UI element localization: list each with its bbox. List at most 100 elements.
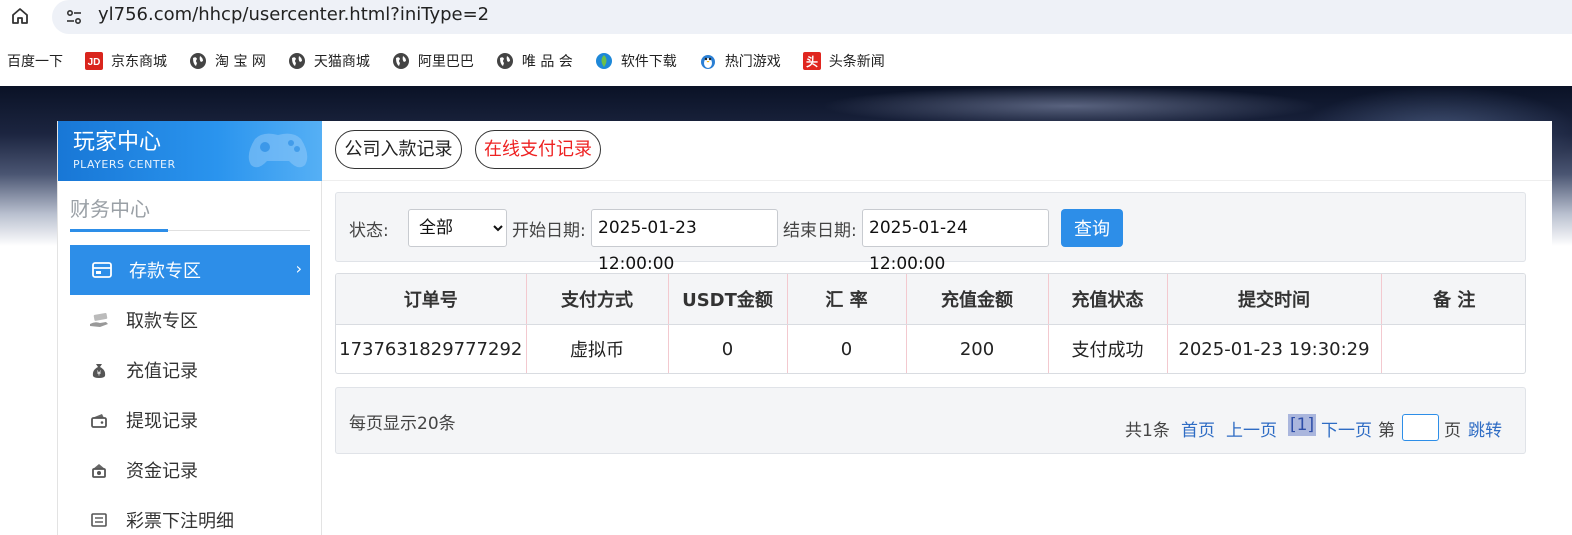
sidebar-item-withdraw-records[interactable]: 提现记录 (70, 395, 310, 445)
sidebar-item-lottery-bets[interactable]: 彩票下注明细 (70, 495, 310, 535)
end-date-label: 结束日期: (783, 221, 857, 241)
col-remark: 备 注 (1381, 274, 1525, 325)
bookmark-vip[interactable]: 唯 品 会 (496, 46, 573, 76)
cell-submit-time: 2025-01-23 19:30:29 (1167, 324, 1382, 373)
user-center: 玩家中心 PLAYERS CENTER 财务中心 存款专区 › 取款专区 ¥ 充… (57, 121, 1552, 535)
jd-icon: JD (85, 52, 103, 70)
query-button[interactable]: 查询 (1061, 209, 1123, 247)
bookmark-label: 唯 品 会 (521, 54, 573, 70)
home-icon[interactable] (8, 4, 32, 28)
col-order-no: 订单号 (336, 274, 527, 325)
page-prefix: 第 (1378, 421, 1395, 441)
bookmarks-bar: 百度一下 JD 京东商城 淘 宝 网 天猫商城 阿里巴巴 唯 品 会 软件下载 … (0, 46, 1572, 76)
cell-order-no: 1737631829777292 (336, 324, 527, 373)
goto-page-link[interactable]: 跳转 (1468, 416, 1502, 441)
svg-text:¥: ¥ (97, 370, 102, 378)
bookmark-label: 百度一下 (7, 54, 63, 70)
end-date-input[interactable]: 2025-01-24 12:00:00 (862, 209, 1049, 274)
sidebar-header: 玩家中心 PLAYERS CENTER (58, 121, 323, 181)
record-tabs: 公司入款记录 在线支付记录 (322, 121, 1552, 181)
col-usdt-amount: USDT金额 (668, 274, 788, 325)
col-exchange-rate: 汇 率 (787, 274, 907, 325)
sidebar-item-fund-records[interactable]: 资金记录 (70, 445, 310, 495)
globe-icon (189, 52, 207, 70)
card-icon (91, 259, 113, 281)
status-label: 状态: (349, 221, 389, 241)
sidebar: 玩家中心 PLAYERS CENTER 财务中心 存款专区 › 取款专区 ¥ 充… (57, 121, 323, 535)
list-icon (88, 509, 110, 531)
cell-remark (1381, 324, 1525, 373)
bookmark-label: 天猫商城 (313, 54, 370, 70)
bookmark-alibaba[interactable]: 阿里巴巴 (392, 46, 474, 76)
bookmark-news[interactable]: 头 头条新闻 (802, 46, 885, 76)
toutiao-icon: 头 (802, 52, 821, 70)
per-page-text: 每页显示20条 (349, 414, 456, 434)
next-page-link[interactable]: 下一页 (1321, 416, 1372, 441)
pagination-bar: 每页显示20条 共1条 首页 上一页 [1] 下一页 第 页 跳转 (335, 387, 1526, 454)
sidebar-title: 玩家中心 (73, 130, 162, 155)
cell-payment-method: 虚拟币 (526, 324, 669, 373)
browser-toolbar: yl756.com/hhcp/usercenter.html?iniType=2 (0, 0, 1572, 36)
site-settings-icon[interactable] (62, 5, 86, 29)
page-number-input[interactable] (1402, 414, 1439, 441)
bookmark-taobao[interactable]: 淘 宝 网 (189, 46, 266, 76)
sidebar-menu: 存款专区 › 取款专区 ¥ 充值记录 提现记录 资金记录 彩票下注明细 (70, 245, 310, 535)
sidebar-item-deposit[interactable]: 存款专区 › (70, 245, 310, 295)
bookmark-label: 京东商城 (111, 54, 167, 70)
gamepad-icon (248, 133, 308, 168)
start-date-input[interactable]: 2025-01-23 12:00:00 (591, 209, 778, 274)
sidebar-item-label: 取款专区 (126, 311, 198, 332)
current-page: [1] (1288, 414, 1317, 436)
first-page-link[interactable]: 首页 (1181, 416, 1215, 441)
sidebar-item-label: 资金记录 (126, 461, 198, 482)
col-submit-time: 提交时间 (1167, 274, 1382, 325)
sidebar-item-label: 彩票下注明细 (126, 511, 234, 532)
chevron-right-icon: › (295, 259, 302, 278)
col-payment-method: 支付方式 (526, 274, 669, 325)
tab-company-deposit[interactable]: 公司入款记录 (335, 130, 462, 169)
bookmark-jd[interactable]: JD 京东商城 (85, 46, 167, 76)
sidebar-item-label: 提现记录 (126, 411, 198, 432)
col-recharge-status: 充值状态 (1048, 274, 1168, 325)
table-header-row: 订单号 支付方式 USDT金额 汇 率 充值金额 充值状态 提交时间 备 注 (336, 274, 1525, 325)
cash-hand-icon (88, 309, 110, 331)
cell-exchange-rate: 0 (787, 324, 907, 373)
sidebar-subtitle: PLAYERS CENTER (73, 158, 176, 171)
section-underline (70, 229, 168, 232)
start-date-label: 开始日期: (512, 221, 586, 241)
svg-text:JD: JD (88, 57, 101, 68)
cell-recharge-amount: 200 (906, 324, 1049, 373)
bookmark-label: 软件下载 (620, 54, 677, 70)
sidebar-item-recharge-records[interactable]: ¥ 充值记录 (70, 345, 310, 395)
bookmark-games[interactable]: 热门游戏 (699, 46, 781, 76)
records-table: 订单号 支付方式 USDT金额 汇 率 充值金额 充值状态 提交时间 备 注 1… (335, 273, 1526, 374)
cell-usdt-amount: 0 (668, 324, 788, 373)
bookmark-tmall[interactable]: 天猫商城 (288, 46, 370, 76)
filter-bar: 状态: 全部 开始日期: 2025-01-23 12:00:00 结束日期: 2… (335, 192, 1526, 274)
bookmark-label: 头条新闻 (828, 54, 885, 70)
address-bar[interactable]: yl756.com/hhcp/usercenter.html?iniType=2 (52, 0, 1572, 34)
bookmark-label: 淘 宝 网 (215, 54, 266, 70)
prev-page-link[interactable]: 上一页 (1226, 416, 1277, 441)
money-bag-icon: ¥ (88, 359, 110, 381)
svg-text:头: 头 (806, 54, 818, 69)
page-suffix: 页 (1444, 421, 1461, 441)
globe-icon (496, 52, 514, 70)
penguin-icon (699, 52, 717, 70)
tab-online-payment[interactable]: 在线支付记录 (475, 130, 601, 169)
bookmark-software[interactable]: 软件下载 (595, 46, 677, 76)
finance-center-heading: 财务中心 (70, 197, 150, 221)
sidebar-item-label: 充值记录 (126, 361, 198, 382)
globe-icon (288, 52, 306, 70)
col-recharge-amount: 充值金额 (906, 274, 1049, 325)
url-text: yl756.com/hhcp/usercenter.html?iniType=2 (98, 4, 490, 25)
status-select[interactable]: 全部 (408, 209, 507, 247)
bookmark-baidu[interactable]: 百度一下 (7, 46, 63, 76)
leaf-icon (595, 52, 613, 70)
cell-recharge-status: 支付成功 (1048, 324, 1168, 373)
bookmark-label: 阿里巴巴 (417, 54, 474, 70)
wallet-icon (88, 409, 110, 431)
sidebar-item-withdraw[interactable]: 取款专区 (70, 295, 310, 345)
main-content: 公司入款记录 在线支付记录 状态: 全部 开始日期: 2025-01-23 12… (322, 121, 1552, 535)
bookmark-label: 热门游戏 (724, 54, 781, 70)
